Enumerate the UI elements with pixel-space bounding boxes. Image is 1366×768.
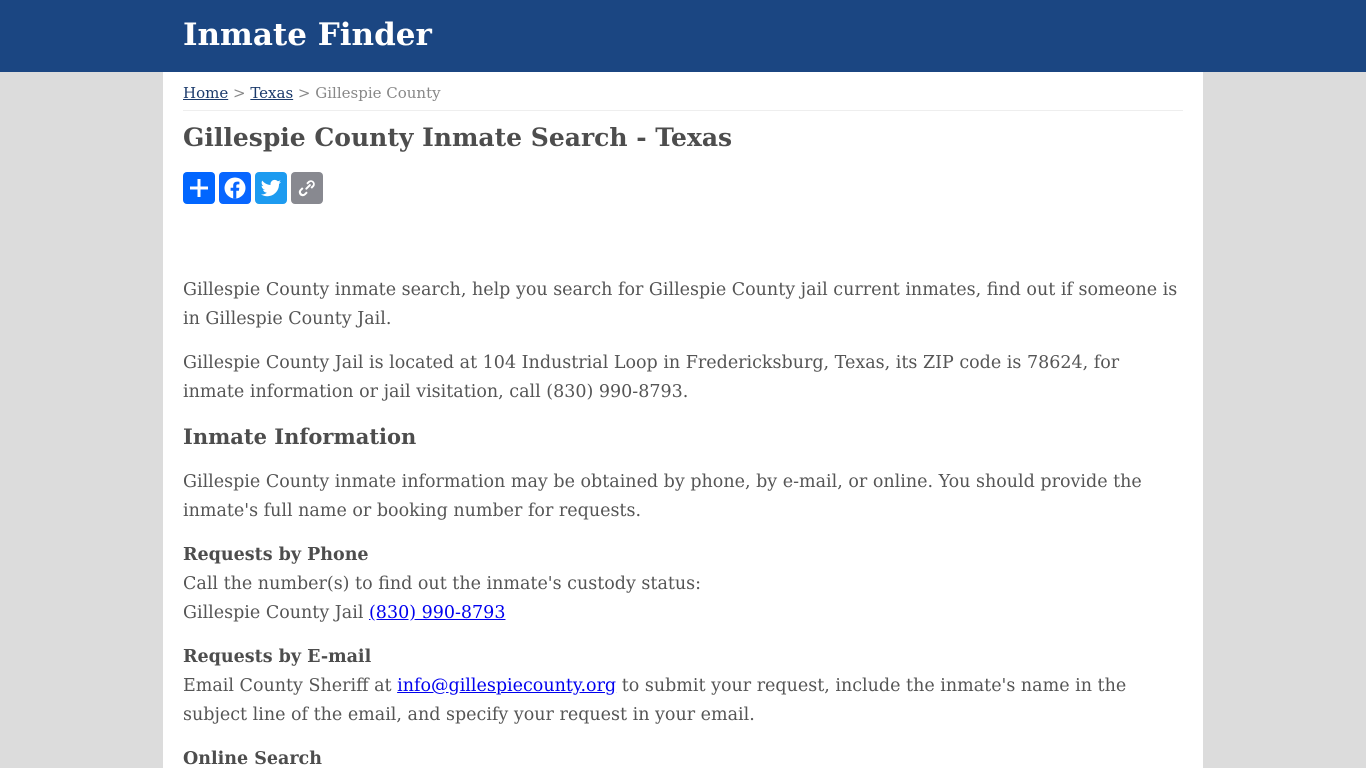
phone-requests-instructions: Call the number(s) to find out the inmat… — [183, 574, 702, 594]
breadcrumb-state-link[interactable]: Texas — [250, 84, 293, 102]
phone-requests-heading: Requests by Phone — [183, 545, 369, 565]
facebook-share-button[interactable] — [219, 172, 251, 204]
twitter-icon — [260, 179, 281, 197]
phone-requests-section: Requests by Phone Call the number(s) to … — [183, 541, 1183, 628]
breadcrumb-separator: > — [293, 84, 316, 102]
online-search-section: Online Search — [183, 745, 1183, 768]
copy-link-button[interactable] — [291, 172, 323, 204]
online-search-heading: Online Search — [183, 749, 322, 768]
twitter-share-button[interactable] — [255, 172, 287, 204]
main-content: Home > Texas > Gillespie County Gillespi… — [163, 72, 1203, 768]
breadcrumb-current: Gillespie County — [315, 84, 441, 102]
inmate-information-heading: Inmate Information — [183, 424, 417, 449]
email-requests-heading: Requests by E-mail — [183, 647, 372, 667]
jail-label: Gillespie County Jail — [183, 603, 369, 623]
share-plus-icon — [190, 179, 208, 197]
breadcrumb-home-link[interactable]: Home — [183, 84, 228, 102]
email-requests-section: Requests by E-mail Email County Sheriff … — [183, 643, 1183, 730]
jail-phone-link[interactable]: (830) 990-8793 — [369, 603, 505, 623]
breadcrumb: Home > Texas > Gillespie County — [183, 83, 1183, 111]
facebook-icon — [224, 177, 246, 199]
email-requests-prefix: Email County Sheriff at — [183, 676, 398, 696]
page-title: Gillespie County Inmate Search - Texas — [183, 123, 733, 152]
intro-paragraph-1: Gillespie County inmate search, help you… — [183, 280, 1178, 329]
share-bar — [183, 172, 1183, 204]
intro-paragraph-2: Gillespie County Jail is located at 104 … — [183, 353, 1120, 402]
copy-link-icon — [298, 180, 315, 197]
breadcrumb-separator: > — [228, 84, 251, 102]
site-title-link[interactable]: Inmate Finder — [183, 14, 432, 56]
inmate-information-text: Gillespie County inmate information may … — [183, 472, 1142, 521]
site-header: Inmate Finder — [0, 0, 1366, 72]
sheriff-email-link[interactable]: info@gillespiecounty.org — [397, 676, 616, 696]
share-button[interactable] — [183, 172, 215, 204]
